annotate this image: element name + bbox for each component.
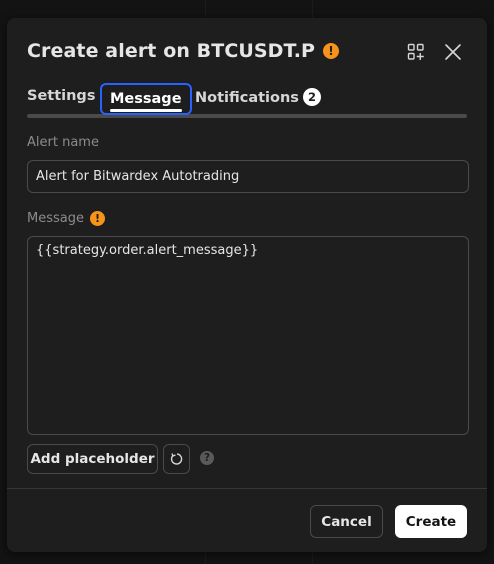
create-button[interactable]: Create: [395, 505, 467, 538]
dialog-title-text: Create alert on BTCUSDT.P: [27, 40, 316, 62]
tab-notifications-label: Notifications: [195, 90, 299, 106]
alert-name-label: Alert name: [27, 135, 99, 150]
alert-name-input[interactable]: [27, 160, 469, 193]
help-icon[interactable]: ?: [200, 451, 214, 465]
cancel-label: Cancel: [321, 513, 372, 530]
dialog-title: Create alert on BTCUSDT.P !: [27, 40, 340, 62]
notifications-count-badge: 2: [302, 88, 321, 106]
message-warning-icon[interactable]: !: [89, 211, 105, 226]
tab-settings-label: Settings: [27, 88, 96, 104]
reset-icon: [170, 453, 182, 465]
tab-active-indicator: [110, 109, 182, 112]
tab-settings[interactable]: Settings: [27, 88, 95, 104]
tab-message[interactable]: Message: [100, 83, 192, 115]
add-widget-icon[interactable]: [406, 42, 426, 62]
create-label: Create: [405, 513, 457, 530]
header-actions: [406, 42, 463, 62]
tab-bar: Settings Message Notifications 2: [27, 83, 467, 118]
tab-message-label: Message: [110, 91, 182, 107]
footer-divider: [7, 488, 487, 489]
tab-notifications[interactable]: Notifications 2: [195, 88, 321, 106]
message-textarea[interactable]: {{strategy.order.alert_message}}: [27, 236, 469, 435]
message-label-row: Message !: [27, 211, 105, 226]
reset-message-button[interactable]: [163, 444, 190, 474]
warning-icon[interactable]: !: [323, 43, 340, 59]
add-placeholder-label: Add placeholder: [30, 451, 155, 467]
close-icon[interactable]: [443, 42, 463, 62]
create-alert-dialog: Create alert on BTCUSDT.P ! Settings Mes…: [7, 18, 487, 552]
cancel-button[interactable]: Cancel: [310, 505, 383, 538]
add-placeholder-button[interactable]: Add placeholder: [27, 444, 158, 474]
message-label: Message: [27, 211, 84, 226]
tab-bar-track: [27, 114, 467, 118]
